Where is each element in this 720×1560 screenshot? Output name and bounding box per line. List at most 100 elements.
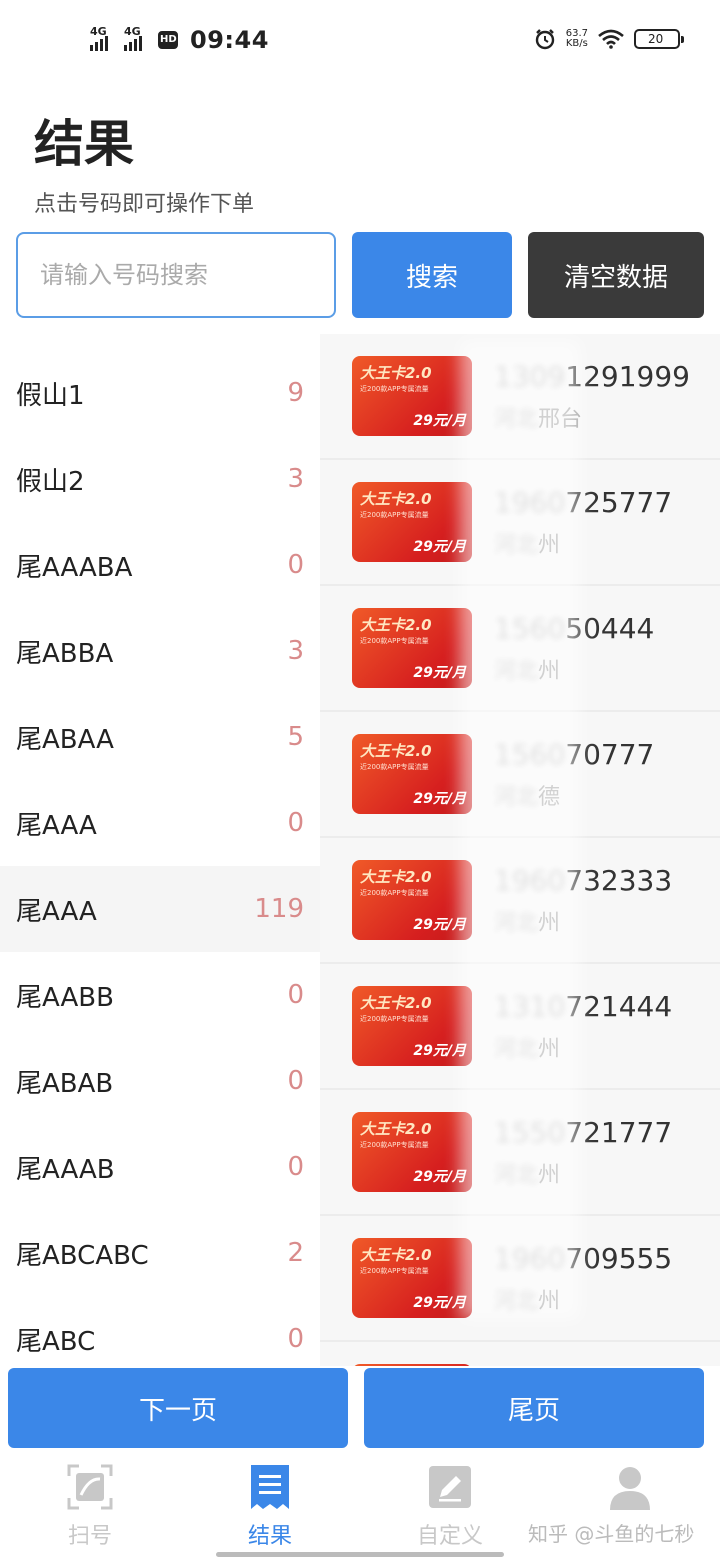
category-name: 尾ABAB [16,1068,114,1099]
sim-card-image: 大王卡2.0 近200款APP专属流量 29元/月 [352,1112,472,1192]
status-right: 63.7 KB/s 20 [534,28,684,50]
tab-label: 结果 [247,1524,292,1549]
result-item[interactable]: 大王卡2.0 近200款APP专属流量 29元/月 1960709555 河北州 [320,1216,720,1342]
network-speed: 63.7 KB/s [565,28,588,49]
home-indicator [216,1552,504,1557]
number-location: 河北州 [494,1162,561,1188]
status-left: 4G 4G HD 09:44 [90,25,269,54]
category-name: 假山2 [16,466,85,497]
phone-number: 156070777 [494,737,655,771]
result-item[interactable]: 大王卡2.0 近200款APP专属流量 29元/月 156050444 河北州 [320,586,720,712]
category-count: 0 [287,1152,304,1182]
sim-card-image [352,1364,472,1366]
category-count: 0 [287,550,304,580]
sim-card-image: 大王卡2.0 近200款APP专属流量 29元/月 [352,608,472,688]
category-count: 5 [287,722,304,752]
last-page-button[interactable]: 尾页 [364,1368,704,1448]
phone-number: 13091291999 [494,359,690,393]
category-name: 尾ABC [16,1326,96,1357]
category-item[interactable]: 假山1 9 [0,350,320,436]
user-icon [607,1464,653,1510]
category-item[interactable]: 尾ABAA 5 [0,694,320,780]
watermark: 知乎 @斗鱼的七秒 [528,1522,695,1546]
phone-number: 1960732333 [494,863,673,897]
number-location: 河北德 [494,784,561,810]
category-item[interactable]: 尾AABB 0 [0,952,320,1038]
category-item[interactable]: 尾ABC 0 [0,1296,320,1366]
number-location: 河北州 [494,910,561,936]
result-item[interactable]: 大王卡2.0 近200款APP专属流量 29元/月 13091291999 河北邢台 [320,334,720,460]
category-list: 假山1 9 假山2 3 尾AAABA 0 尾ABBA 3 尾ABAA 5 尾AAA 0 尾A… [0,350,320,1366]
search-input[interactable] [16,232,336,318]
edit-icon [427,1464,473,1510]
hd-icon: HD [158,31,178,49]
number-location: 河北州 [494,1036,561,1062]
category-name: 假山1 [16,380,85,411]
sim-card-image: 大王卡2.0 近200款APP专属流量 29元/月 [352,860,472,940]
number-location: 河北邢台 [494,406,583,432]
category-name: 尾AAA [16,810,97,841]
result-item[interactable]: 大王卡2.0 近200款APP专属流量 29元/月 1310721444 河北州 [320,964,720,1090]
search-button[interactable]: 搜索 [352,232,512,318]
category-item[interactable]: 尾ABAB 0 [0,1038,320,1124]
category-count: 0 [287,1066,304,1096]
category-name: 尾AAA [16,896,97,927]
category-count: 0 [287,980,304,1010]
wifi-icon [598,29,624,49]
result-item[interactable]: 大王卡2.0 近200款APP专属流量 29元/月 1960725777 河北州 [320,460,720,586]
sim-card-image: 大王卡2.0 近200款APP专属流量 29元/月 [352,986,472,1066]
signal-icon-2: 4G [124,25,142,51]
category-name: 尾AAAB [16,1154,115,1185]
category-item[interactable]: 假山2 3 [0,436,320,522]
category-count: 3 [287,636,304,666]
category-item[interactable]: 尾AAAB 0 [0,1124,320,1210]
result-item[interactable]: 大王卡2.0 近200款APP专属流量 29元/月 156070777 河北德 [320,712,720,838]
category-item[interactable]: 尾AAABA 0 [0,522,320,608]
category-name: 尾ABCABC [16,1240,149,1271]
number-location: 河北州 [494,1288,561,1314]
result-item[interactable] [320,1342,720,1366]
alarm-icon [535,29,554,50]
phone-number: 1310721444 [494,989,673,1023]
tab-custom[interactable]: 自定义 [390,1464,510,1554]
clear-data-button[interactable]: 清空数据 [528,232,704,318]
status-bar: 4G 4G HD 09:44 63.7 KB/s 20 [0,0,720,80]
category-count: 3 [287,464,304,494]
number-location: 河北州 [494,532,561,558]
page-title: 结果 [34,115,134,173]
category-item[interactable]: 尾ABBA 3 [0,608,320,694]
receipt-list-icon [247,1464,293,1510]
phone-number: 1960725777 [494,485,673,519]
tab-label: 自定义 [416,1524,483,1549]
result-item[interactable]: 大王卡2.0 近200款APP专属流量 29元/月 1960732333 河北州 [320,838,720,964]
category-count: 2 [287,1238,304,1268]
sim-card-image: 大王卡2.0 近200款APP专属流量 29元/月 [352,734,472,814]
number-location: 河北州 [494,658,561,684]
category-count: 0 [287,1324,304,1354]
category-name: 尾ABAA [16,724,114,755]
category-count: 119 [254,894,304,924]
category-name: 尾AABB [16,982,114,1013]
phone-number: 1550721777 [494,1115,673,1149]
category-item-selected[interactable]: 尾AAA 119 [0,866,320,952]
sim-card-image: 大王卡2.0 近200款APP专属流量 29元/月 [352,1238,472,1318]
category-item[interactable]: 尾AAA 0 [0,780,320,866]
page-subtitle: 点击号码即可操作下单 [34,192,255,217]
tab-results[interactable]: 结果 [210,1464,330,1554]
scan-icon [67,1464,113,1510]
result-list: 大王卡2.0 近200款APP专属流量 29元/月 13091291999 河北邢台 … [320,334,720,1366]
battery-icon: 20 [634,29,684,49]
category-item[interactable]: 尾ABCABC 2 [0,1210,320,1296]
category-count: 9 [287,378,304,408]
phone-number: 156050444 [494,611,655,645]
category-count: 0 [287,808,304,838]
category-name: 尾AAABA [16,552,133,583]
tab-scan[interactable]: 扫号 [30,1464,150,1554]
sim-card-image: 大王卡2.0 近200款APP专属流量 29元/月 [352,482,472,562]
sim-card-image: 大王卡2.0 近200款APP专属流量 29元/月 [352,356,472,436]
result-item[interactable]: 大王卡2.0 近200款APP专属流量 29元/月 1550721777 河北州 [320,1090,720,1216]
next-page-button[interactable]: 下一页 [8,1368,348,1448]
category-name: 尾ABBA [16,638,114,669]
phone-number: 1960709555 [494,1241,673,1275]
signal-icon: 4G [90,25,108,51]
